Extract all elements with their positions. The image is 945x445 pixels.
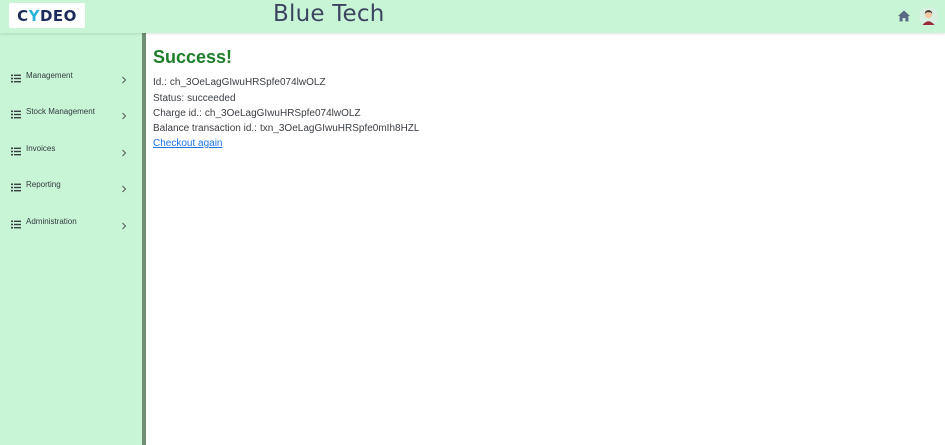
field-value: ch_3OeLagGIwuHRSpfe074lwOLZ xyxy=(204,108,361,119)
chevron-right-icon xyxy=(121,180,127,193)
chevron-right-icon xyxy=(121,217,127,230)
chevron-right-icon xyxy=(121,71,127,84)
sidebar-item-invoices[interactable]: Invoices xyxy=(0,137,142,159)
sidebar-item-stock-management[interactable]: Stock Management xyxy=(0,100,142,122)
list-icon xyxy=(11,179,21,192)
field-label: Charge id.: xyxy=(153,108,202,119)
charge-id-detail-row: Charge id.: ch_3OeLagGIwuHRSpfe074lwOLZ xyxy=(153,108,361,119)
app-title: Blue Tech xyxy=(273,1,385,27)
status-row: Status: succeeded xyxy=(153,93,236,104)
field-label: Status: xyxy=(153,93,185,104)
list-icon xyxy=(11,70,21,83)
field-value: succeeded xyxy=(187,93,236,104)
top-header: CYDEO Blue Tech xyxy=(0,0,945,33)
field-label: Balance transaction id.: xyxy=(153,123,257,134)
field-value: txn_3OeLagGIwuHRSpfe0mIh8HZL xyxy=(259,123,420,134)
sidebar: Management Stock Management Invoices Rep… xyxy=(0,33,142,445)
sidebar-item-label: Stock Management xyxy=(26,106,95,116)
sidebar-item-management[interactable]: Management xyxy=(0,64,142,86)
sidebar-item-reporting[interactable]: Reporting xyxy=(0,173,142,195)
field-value: ch_3OeLagGIwuHRSpfe074lwOLZ xyxy=(169,77,326,88)
sidebar-item-label: Invoices xyxy=(26,143,56,153)
success-title: Success! xyxy=(153,47,233,67)
cydeo-logo[interactable]: CYDEO xyxy=(9,3,85,28)
list-icon xyxy=(11,106,21,119)
home-icon[interactable] xyxy=(897,9,911,23)
chevron-right-icon xyxy=(121,144,127,157)
sidebar-item-label: Management xyxy=(26,70,73,80)
sidebar-divider xyxy=(142,33,146,445)
balance-transaction-row: Balance transaction id.: txn_3OeLagGIwuHR… xyxy=(153,123,419,134)
list-icon xyxy=(11,143,21,156)
list-icon xyxy=(11,216,21,229)
sidebar-item-label: Reporting xyxy=(26,179,61,189)
sidebar-item-administration[interactable]: Administration xyxy=(0,210,142,232)
checkout-again-link[interactable]: Checkout again xyxy=(153,138,223,149)
sidebar-item-label: Administration xyxy=(26,216,77,226)
charge-id-row: Id.: ch_3OeLagGIwuHRSpfe074lwOLZ xyxy=(153,77,326,88)
logo-text: CYDEO xyxy=(17,6,77,25)
chevron-right-icon xyxy=(121,107,127,120)
field-label: Id.: xyxy=(153,77,167,88)
user-avatar-icon[interactable] xyxy=(919,7,938,26)
